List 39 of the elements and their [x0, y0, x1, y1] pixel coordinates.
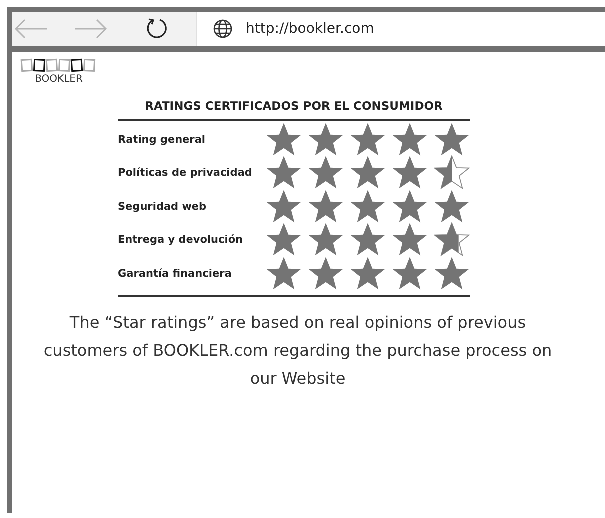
star-icon — [350, 122, 386, 158]
logo-icon — [20, 58, 98, 74]
star-icon — [266, 122, 302, 158]
star-icon — [350, 222, 386, 258]
star-icon — [350, 256, 386, 292]
star-icon — [350, 188, 386, 225]
star-icon — [392, 155, 428, 192]
half-star-icon — [434, 222, 470, 258]
star-icon — [434, 256, 470, 292]
rating-label: Seguridad web — [118, 200, 207, 213]
star-icon — [266, 188, 302, 225]
star-icon — [392, 122, 428, 158]
forward-icon[interactable] — [74, 19, 108, 39]
star-icon — [434, 188, 470, 225]
logo-text: BOOKLER — [35, 74, 83, 85]
rating-label: Entrega y devolución — [118, 234, 244, 246]
rating-label: Garantía financiera — [118, 268, 232, 280]
star-icon — [308, 188, 344, 225]
refresh-icon[interactable] — [145, 17, 169, 41]
globe-icon — [213, 19, 233, 39]
rating-label: Políticas de privacidad — [118, 167, 252, 180]
star-icon — [308, 256, 344, 292]
star-icon — [392, 256, 428, 292]
address-field[interactable]: http://bookler.com — [246, 21, 374, 37]
star-icon — [308, 155, 344, 192]
star-icon — [308, 222, 344, 258]
star-icon — [266, 155, 302, 192]
star-icon — [392, 222, 428, 258]
rating-label: Rating general — [118, 134, 206, 146]
ratings-caption: The “Star ratings” are based on real opinions of previous customers of BOOKLER.com regarding the purchase process on our Website — [42, 312, 554, 390]
star-icon — [350, 155, 386, 192]
star-icon — [434, 122, 470, 158]
star-icon — [392, 188, 428, 225]
half-star-icon — [434, 155, 470, 192]
star-icon — [308, 122, 344, 158]
ratings-title: RATINGS CERTIFICADOS POR EL CONSUMIDOR — [118, 99, 470, 121]
star-icon — [266, 222, 302, 258]
star-icon — [266, 256, 302, 292]
back-icon[interactable] — [14, 19, 48, 39]
